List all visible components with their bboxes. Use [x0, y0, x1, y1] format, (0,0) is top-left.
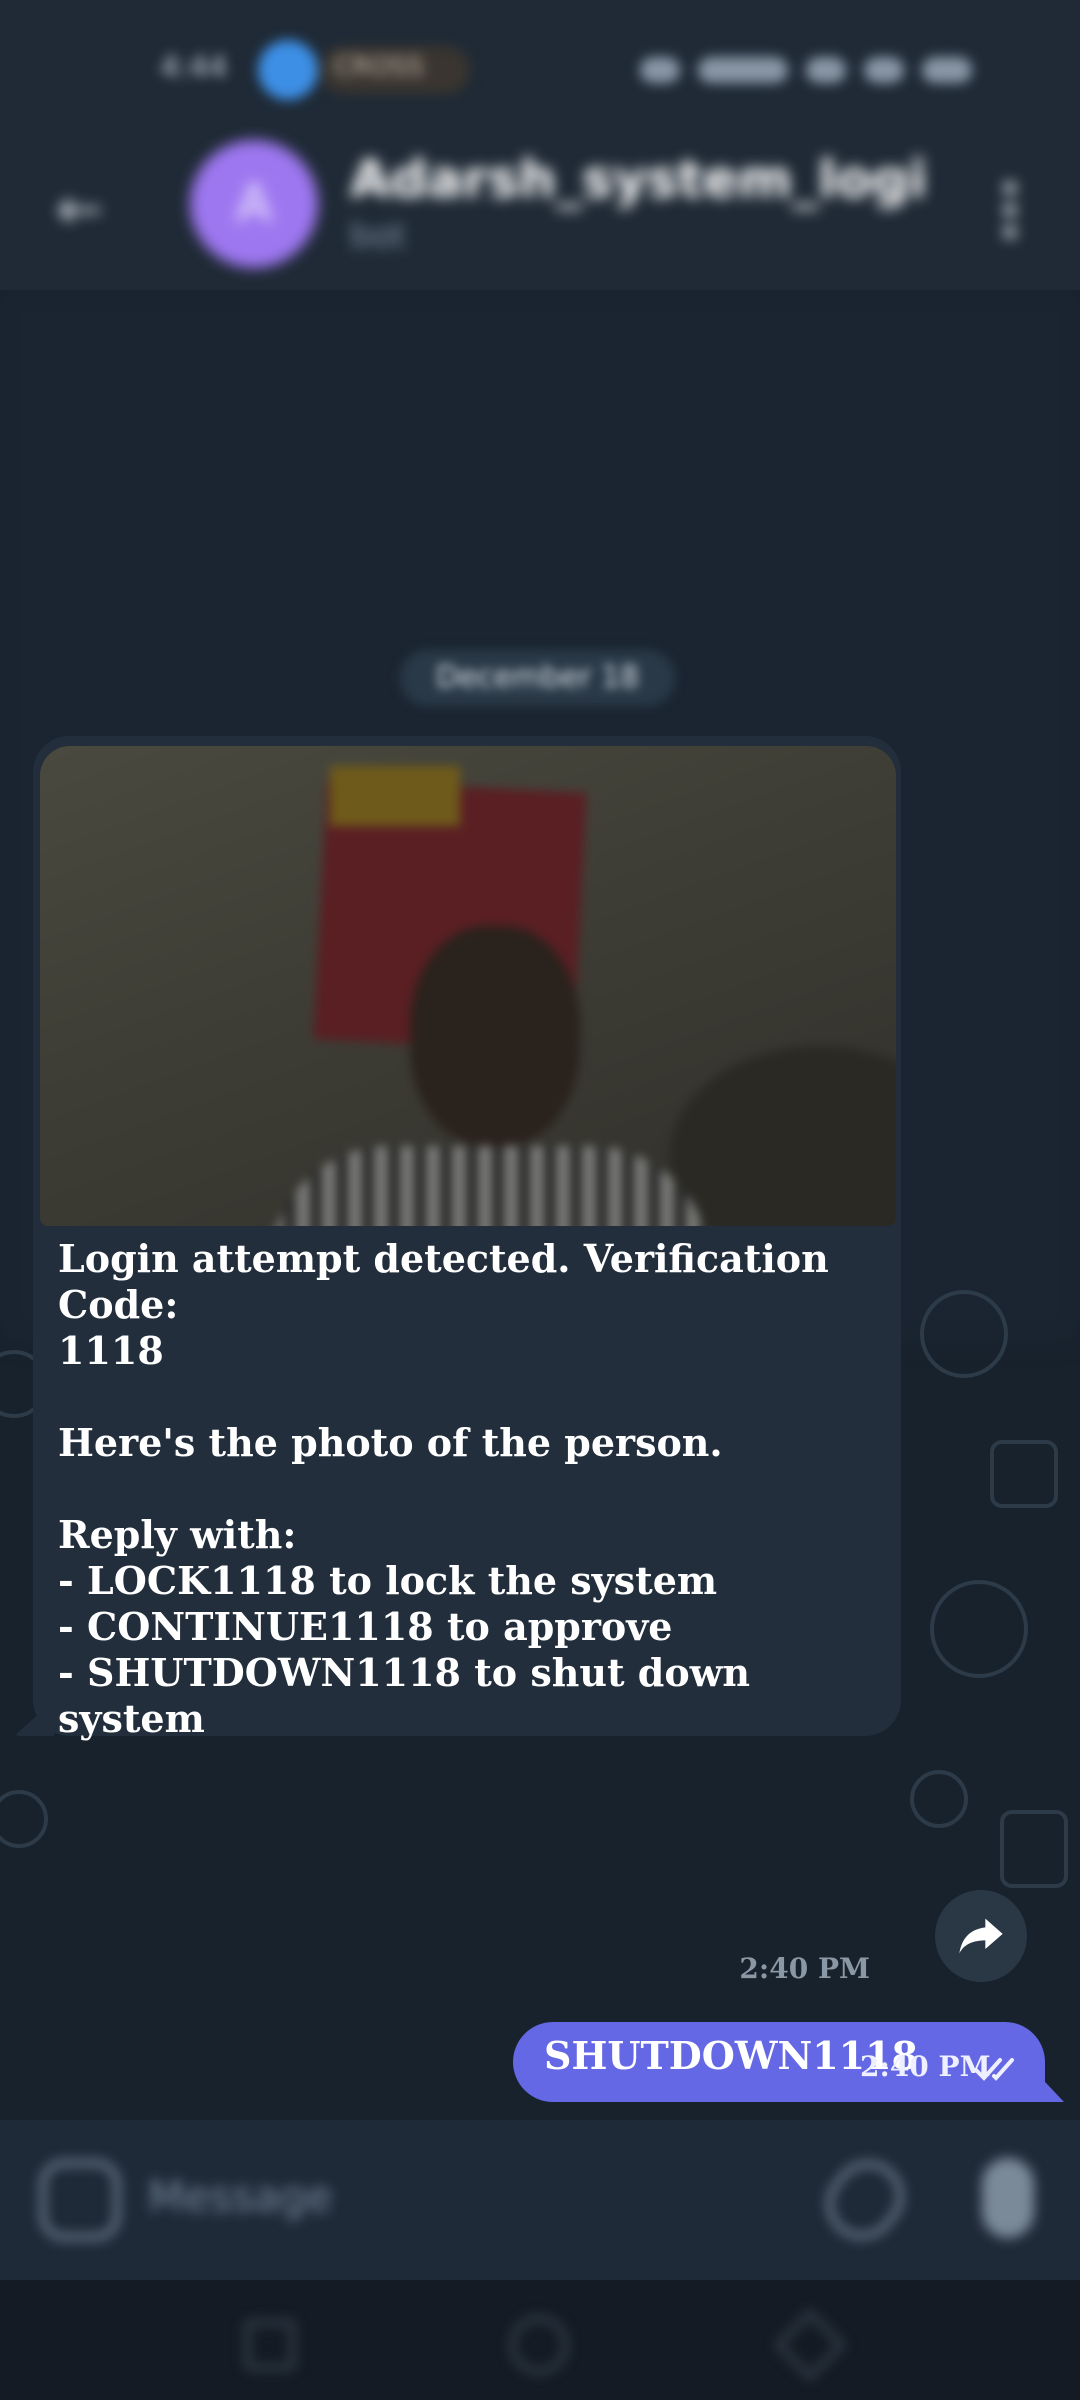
photo-shirt: [270, 1146, 710, 1226]
outgoing-message-time: 2:40 PM: [860, 2050, 991, 2083]
avatar[interactable]: A: [190, 140, 318, 268]
date-chip-label: December 18: [435, 660, 640, 695]
battery-saver-icon: [640, 57, 680, 83]
attach-icon[interactable]: [812, 2146, 918, 2254]
background-doodle: [0, 1790, 48, 1848]
signal-icon: [864, 57, 904, 83]
menu-dot: [1004, 204, 1016, 216]
status-time: 4:44: [160, 50, 228, 85]
background-doodle: [990, 1440, 1058, 1508]
wifi-icon: [806, 57, 846, 83]
background-doodle: [920, 1290, 1008, 1378]
message-photo[interactable]: [40, 746, 896, 1226]
double-check-icon: [974, 2058, 1014, 2081]
message-input-bar: Message: [0, 2120, 1080, 2280]
more-vert-icon[interactable]: [990, 170, 1030, 250]
status-bar: 4:44 CROSS: [0, 0, 1080, 140]
incoming-message-text: Login attempt detected. Verification Cod…: [58, 1236, 829, 1741]
background-doodle: [1000, 1810, 1068, 1888]
menu-dot: [1004, 226, 1016, 238]
nav-home-icon[interactable]: [510, 2316, 568, 2374]
nav-back-icon[interactable]: [774, 2309, 846, 2381]
system-nav-bar: [0, 2280, 1080, 2400]
message-input[interactable]: Message: [148, 2172, 332, 2221]
mic-icon[interactable]: [982, 2158, 1034, 2238]
nav-recents-icon[interactable]: [245, 2320, 295, 2370]
background-doodle: [910, 1770, 968, 1828]
system-icons: [640, 55, 1000, 85]
forward-icon: [959, 1918, 1003, 1954]
background-doodle: [930, 1580, 1028, 1678]
data-speed-icon: [698, 57, 788, 83]
battery-icon: [922, 57, 972, 83]
emoji-icon[interactable]: [40, 2160, 120, 2240]
photo-poster-top: [330, 766, 460, 826]
date-chip: December 18: [400, 650, 675, 706]
chat-subtitle: bot: [350, 216, 406, 256]
forward-button[interactable]: [935, 1890, 1027, 1982]
chat-title[interactable]: Adarsh_system_login_i: [350, 150, 930, 210]
status-pill-label: CROSS: [334, 52, 424, 82]
menu-dot: [1004, 182, 1016, 194]
back-arrow-icon[interactable]: ←: [50, 180, 110, 240]
photo-person-head: [410, 926, 580, 1146]
notification-app-icon: [258, 40, 318, 100]
chat-header: ← A Adarsh_system_login_i bot: [0, 140, 1080, 290]
incoming-message-time: 2:40 PM: [739, 1952, 870, 1985]
